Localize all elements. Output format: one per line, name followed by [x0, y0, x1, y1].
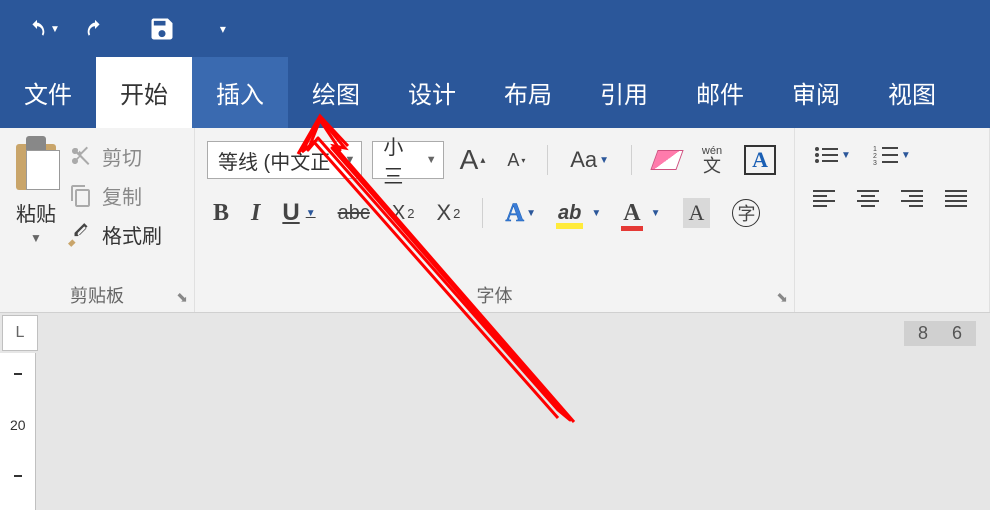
horizontal-ruler[interactable]: 8 6: [40, 313, 990, 353]
format-painter-label: 格式刷: [102, 220, 162, 249]
italic-button[interactable]: I: [245, 196, 266, 231]
phonetic-icon: wén 文: [702, 146, 722, 175]
tab-home[interactable]: 开始: [96, 57, 192, 128]
font-size-select[interactable]: 小三 ▼: [372, 141, 443, 179]
character-border-button[interactable]: A: [738, 141, 782, 179]
separator: [547, 145, 548, 175]
group-clipboard: 粘贴 ▼ 剪切 复制: [0, 128, 195, 312]
align-left-icon: [813, 188, 835, 208]
group-font: 等线 (中文正 ▼ 小三 ▼ A▴ A▾ Aa▼: [195, 128, 795, 312]
ribbon: 粘贴 ▼ 剪切 复制: [0, 128, 990, 313]
tab-view[interactable]: 视图: [864, 57, 960, 128]
change-case-button[interactable]: Aa▼: [564, 143, 615, 177]
numbering-icon: 123: [873, 144, 899, 166]
copy-label: 复制: [102, 181, 142, 210]
paste-label: 粘贴: [16, 198, 56, 227]
align-justify-icon: [945, 188, 967, 208]
font-size-value: 小三: [383, 131, 419, 189]
enclosed-char-button[interactable]: 字: [726, 195, 766, 231]
clear-formatting-button[interactable]: [648, 146, 686, 174]
tab-draw[interactable]: 绘图: [288, 57, 384, 128]
character-shading-button[interactable]: A: [677, 194, 717, 232]
bullets-button[interactable]: ▼: [807, 140, 857, 170]
tab-mailings[interactable]: 邮件: [672, 57, 768, 128]
dropdown-caret-icon: ▼: [426, 154, 437, 166]
highlight-button[interactable]: ab▼: [552, 198, 607, 229]
align-right-icon: [901, 188, 923, 208]
group-label-clipboard: 剪贴板 ⬊: [12, 278, 182, 308]
tab-file[interactable]: 文件: [0, 57, 96, 128]
grow-font-button[interactable]: A▴: [454, 140, 492, 180]
tab-design[interactable]: 设计: [384, 57, 480, 128]
tab-selector[interactable]: L: [2, 315, 38, 351]
align-right-button[interactable]: [895, 184, 929, 212]
paste-icon: [12, 136, 60, 194]
dialog-launcher-icon[interactable]: ⬊: [776, 289, 788, 306]
superscript-button[interactable]: X2: [430, 196, 466, 230]
cut-label: 剪切: [102, 142, 142, 171]
undo-button[interactable]: ▼: [18, 14, 68, 44]
ribbon-tabs: 文件 开始 插入 绘图 设计 布局 引用 邮件 审阅 视图: [0, 58, 990, 128]
quick-access-toolbar: ▼ ▾: [0, 0, 990, 58]
char-border-icon: A: [744, 145, 776, 175]
cut-button[interactable]: 剪切: [68, 142, 162, 171]
font-color-icon: A: [623, 200, 640, 227]
align-center-button[interactable]: [851, 184, 885, 212]
document-area[interactable]: [36, 353, 990, 510]
numbering-button[interactable]: 123 ▼: [867, 140, 917, 170]
bullets-icon: [813, 144, 839, 166]
text-effects-button[interactable]: A▼: [499, 194, 542, 232]
separator: [482, 198, 483, 228]
tab-layout[interactable]: 布局: [480, 57, 576, 128]
save-icon: [148, 15, 176, 43]
customize-icon: ▾: [220, 22, 226, 36]
enclosed-char-icon: 字: [732, 199, 760, 227]
align-center-icon: [857, 188, 879, 208]
separator: [631, 145, 632, 175]
char-shading-icon: A: [683, 198, 711, 228]
shrink-font-button[interactable]: A▾: [501, 146, 531, 175]
scissors-icon: [68, 144, 94, 170]
highlight-icon: ab: [558, 202, 581, 225]
dropdown-caret-icon: ▼: [50, 24, 60, 35]
tab-references[interactable]: 引用: [576, 57, 672, 128]
text-effects-icon: A: [505, 198, 524, 228]
dialog-launcher-icon[interactable]: ⬊: [176, 289, 188, 306]
font-color-button[interactable]: A▼: [617, 196, 666, 231]
subscript-button[interactable]: X2: [386, 198, 421, 229]
copy-button[interactable]: 复制: [68, 181, 162, 210]
tab-insert[interactable]: 插入: [192, 57, 288, 128]
save-button[interactable]: [140, 11, 184, 47]
align-left-button[interactable]: [807, 184, 841, 212]
format-painter-button[interactable]: 格式刷: [68, 220, 162, 249]
eraser-icon: [650, 150, 683, 170]
redo-icon: [84, 18, 106, 40]
redo-button[interactable]: [76, 14, 114, 44]
dropdown-caret-icon: ▼: [30, 231, 42, 245]
font-name-select[interactable]: 等线 (中文正 ▼: [207, 141, 362, 179]
copy-icon: [68, 183, 94, 209]
phonetic-guide-button[interactable]: wén 文: [696, 142, 728, 179]
ruler-numbers: 8 6: [904, 321, 976, 346]
paste-button[interactable]: 粘贴 ▼: [12, 136, 60, 249]
svg-text:1: 1: [873, 146, 877, 153]
undo-icon: [26, 18, 48, 40]
vertical-ruler[interactable]: 20: [0, 353, 36, 510]
group-label-font: 字体 ⬊: [207, 278, 782, 308]
tab-review[interactable]: 审阅: [768, 57, 864, 128]
format-painter-icon: [68, 222, 94, 248]
group-label-paragraph: [807, 304, 977, 308]
svg-text:2: 2: [873, 153, 877, 160]
ruler-area: L 8 6: [0, 313, 990, 353]
font-name-value: 等线 (中文正: [218, 146, 330, 175]
customize-qat-button[interactable]: ▾: [212, 18, 234, 40]
dropdown-caret-icon: ▼: [345, 154, 356, 166]
bold-button[interactable]: B: [207, 196, 235, 231]
underline-button[interactable]: U▼: [276, 195, 321, 231]
strikethrough-button[interactable]: abc: [332, 198, 376, 229]
group-paragraph: ▼ 123 ▼: [795, 128, 990, 312]
align-justify-button[interactable]: [939, 184, 973, 212]
svg-text:3: 3: [873, 160, 877, 166]
